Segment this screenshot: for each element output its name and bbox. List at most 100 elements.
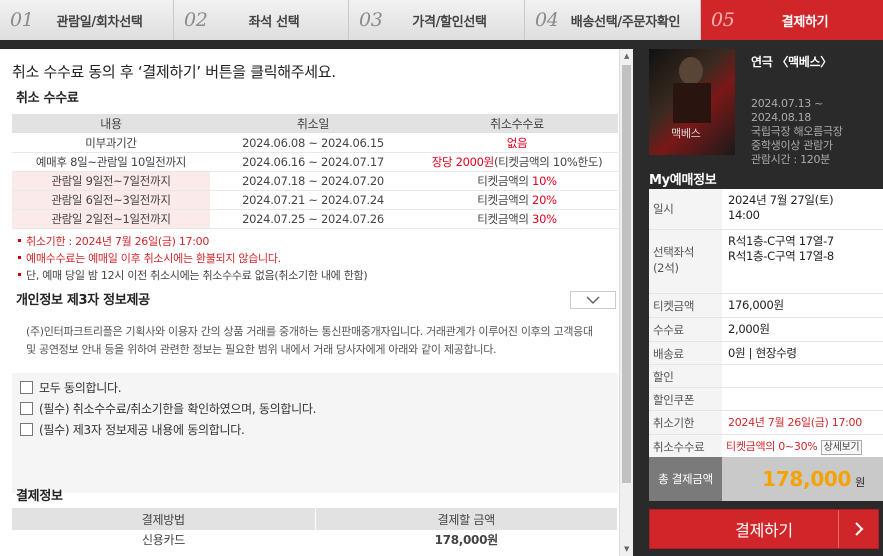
row-key: 수수료 — [649, 318, 722, 341]
row-value: R석1층-C구역 17열-7 R석1층-C구역 17열-8 — [722, 230, 883, 293]
scrollbar-thumb[interactable] — [622, 65, 631, 483]
agree-third-party-checkbox[interactable]: (필수) 제3자 정보제공 내용에 동의합니다. — [12, 419, 618, 440]
show-age-rating: 중학생이상 관람가 — [751, 139, 833, 152]
fee-value: 30% — [532, 211, 557, 226]
booking-row-fee: 수수료 2,000원 — [649, 318, 883, 342]
step-2-number: 02 — [184, 9, 208, 31]
fee-value: 20% — [532, 192, 557, 207]
step-3-number: 03 — [359, 9, 383, 31]
row-key: 취소수수료 — [649, 435, 722, 457]
show-period-start: 2024.07.13 ~ — [751, 97, 824, 110]
step-1-number: 01 — [10, 9, 34, 31]
row-fee: 장당 2000원(티켓금액의 10%한도) — [416, 152, 618, 172]
show-poster: 맥베스 — [649, 49, 735, 155]
row-key: 선택좌석(2석) — [649, 230, 722, 293]
table-header: 내용 취소일 취소수수료 — [12, 114, 618, 134]
fee-value: 없음 — [506, 135, 528, 150]
table-header: 결제방법 결제할 금액 — [12, 508, 618, 530]
fee-prefix: 티켓금액의 — [477, 173, 533, 188]
payment-method: 신용카드 — [142, 532, 185, 547]
step-3[interactable]: 03 가격/할인선택 — [349, 0, 525, 40]
total-label: 총 결제금액 — [649, 457, 722, 501]
note-same-day: 단, 예매 당일 밤 12시 이전 취소시에는 취소수수료 없음(취소기한 내에… — [18, 267, 368, 284]
agree-cancel-fee-checkbox[interactable]: (필수) 취소수수료/취소기한을 확인하였으며, 동의합니다. — [12, 398, 618, 419]
step-5[interactable]: 05 결제하기 — [701, 0, 883, 40]
row-key: 일시 — [649, 189, 722, 229]
checkbox-icon — [20, 423, 33, 436]
agree-third-party-label: (필수) 제3자 정보제공 내용에 동의합니다. — [39, 423, 245, 437]
fee-value: 장당 2000원 — [431, 154, 495, 169]
checkbox-icon — [20, 381, 33, 394]
table-row: 신용카드 178,000원 — [12, 530, 618, 548]
scroll-down-icon[interactable]: ▼ — [620, 542, 633, 556]
scroll-content: 취소 수수료 동의 후 ‘결제하기’ 버튼을 클릭해주세요. 취소 수수료 내용… — [0, 49, 620, 556]
row-key: 할인 — [649, 365, 722, 387]
pay-button[interactable]: 결제하기 — [649, 509, 879, 549]
show-period-end: 2024.08.18 — [751, 111, 811, 124]
row-content: 관람일 2일전~1일전까지 — [12, 209, 210, 229]
row-value: 176,000원 — [728, 298, 784, 312]
row-date: 2024.07.18 ~ 2024.07.20 — [210, 171, 416, 191]
datetime-date: 2024년 7월 27일(토) — [728, 193, 834, 207]
vertical-scrollbar[interactable]: ▲ ▼ — [620, 49, 633, 556]
booking-row-cancel-fee: 취소수수료 티켓금액의 0~30% 상세보기 — [649, 435, 883, 457]
cancel-fee-title: 취소 수수료 — [16, 91, 79, 106]
step-4[interactable]: 04 배송선택/주문자확인 — [525, 0, 701, 40]
note-booking-fee: 예매수수료는 예매일 이후 취소시에는 환불되지 않습니다. — [18, 250, 367, 267]
checkbox-icon — [20, 402, 33, 415]
header-date: 취소일 — [210, 114, 416, 134]
step-2[interactable]: 02 좌석 선택 — [174, 0, 349, 40]
fee-suffix: (티켓금액의 10%한도) — [493, 154, 603, 169]
agreement-box: 모두 동의합니다. (필수) 취소수수료/취소기한을 확인하였으며, 동의합니다… — [12, 373, 618, 493]
datetime-time: 14:00 — [728, 208, 760, 222]
row-value — [722, 388, 883, 410]
header-divider — [0, 40, 883, 49]
step-2-label: 좌석 선택 — [248, 14, 300, 30]
cancel-notes: 취소기한 : 2024년 7월 26일(금) 17:00 예매수수료는 예매일 … — [18, 233, 368, 284]
total-payment: 총 결제금액 178,000 원 — [649, 457, 883, 501]
agree-all-checkbox[interactable]: 모두 동의합니다. — [12, 377, 618, 398]
scroll-up-icon[interactable]: ▲ — [620, 49, 633, 63]
agree-all-label: 모두 동의합니다. — [39, 381, 122, 395]
row-content: 미부과기간 — [12, 133, 210, 153]
step-4-number: 04 — [535, 9, 559, 31]
cancel-fee-range: 티켓금액의 0~30% — [726, 440, 818, 453]
header-content: 내용 — [12, 114, 210, 134]
chevron-right-icon — [838, 510, 878, 548]
my-booking-table: 일시 2024년 7월 27일(토) 14:00 선택좌석(2석) R석1층-C구… — [649, 189, 883, 457]
pay-button-label: 결제하기 — [735, 521, 793, 540]
step-5-label: 결제하기 — [781, 14, 829, 30]
show-info: 2024.07.13 ~ 2024.08.18 국립극장 해오름극장 중학생이상… — [751, 97, 843, 167]
row-fee: 티켓금액의 10% — [416, 171, 618, 191]
total-unit: 원 — [855, 476, 865, 489]
booking-row-discount: 할인 — [649, 365, 883, 388]
payment-title: 결제정보 — [16, 489, 63, 504]
show-venue: 국립극장 해오름극장 — [751, 125, 843, 138]
step-5-number: 05 — [711, 9, 735, 31]
booking-row-seats: 선택좌석(2석) R석1층-C구역 17열-7 R석1층-C구역 17열-8 — [649, 230, 883, 294]
row-value: 2024년 7월 26일(금) 17:00 — [728, 416, 862, 429]
row-value: 2024년 7월 27일(토) 14:00 — [722, 189, 883, 229]
row-value: 2,000원 — [728, 322, 770, 336]
total-value: 178,000 원 — [722, 457, 883, 501]
row-value: 0원 | 현장수령 — [728, 346, 797, 360]
privacy-text: (주)인터파크트리플은 기획사와 이용자 간의 상품 거래를 중개하는 통신판매… — [26, 325, 593, 356]
privacy-expand-button[interactable] — [570, 291, 616, 309]
step-navigation: 01 관람일/회차선택 02 좌석 선택 03 가격/할인선택 04 배송선택/… — [0, 0, 883, 40]
row-key: 취소기한 — [649, 411, 722, 434]
booking-row-delivery: 배송료 0원 | 현장수령 — [649, 342, 883, 365]
row-key: 티켓금액 — [649, 294, 722, 317]
poster-title: 맥베스 — [671, 127, 701, 140]
row-key: 배송료 — [649, 342, 722, 364]
fee-value: 10% — [532, 173, 557, 188]
poster-figure-body — [673, 83, 711, 123]
detail-view-button[interactable]: 상세보기 — [820, 440, 863, 455]
row-date: 2024.06.08 ~ 2024.06.15 — [210, 133, 416, 153]
booking-summary-panel: 맥베스 연극 〈맥베스〉 2024.07.13 ~ 2024.08.18 국립극… — [633, 49, 883, 556]
table-row: 미부과기간 2024.06.08 ~ 2024.06.15 없음 — [12, 133, 618, 153]
step-1[interactable]: 01 관람일/회차선택 — [0, 0, 174, 40]
agree-cancel-fee-label: (필수) 취소수수료/취소기한을 확인하였으며, 동의합니다. — [39, 402, 317, 416]
row-value — [722, 365, 883, 387]
fee-prefix: 티켓금액의 — [477, 192, 533, 207]
header-fee: 취소수수료 — [416, 114, 618, 134]
